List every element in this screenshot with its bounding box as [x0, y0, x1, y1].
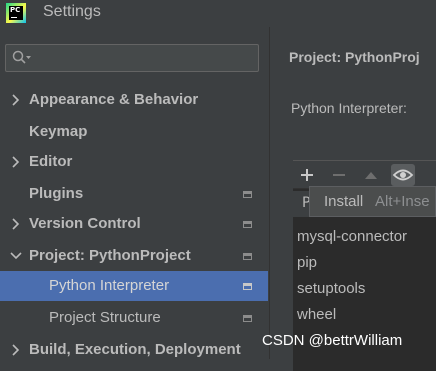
tree-item-plugins[interactable]: Plugins	[0, 179, 268, 209]
package-row[interactable]: setuptools	[297, 280, 365, 297]
tree-item-version-control[interactable]: Version Control	[0, 209, 268, 239]
search-icon	[12, 50, 31, 64]
tooltip-label: Install	[324, 193, 364, 210]
show-early-releases-button[interactable]	[391, 164, 415, 186]
tree-item-python-interpreter[interactable]: Python Interpreter	[0, 271, 268, 301]
upgrade-package-button[interactable]	[359, 164, 383, 186]
add-package-button[interactable]	[295, 164, 319, 186]
project-scope-icon	[243, 221, 252, 228]
pycharm-logo-icon: PC	[6, 3, 26, 23]
package-row[interactable]: wheel	[297, 306, 336, 323]
tree-item-label: Project Structure	[49, 309, 161, 326]
plus-icon	[301, 169, 313, 181]
project-scope-icon	[243, 191, 252, 198]
tree-item-editor[interactable]: Editor	[0, 147, 268, 177]
tree-item-project[interactable]: Project: PythonProject	[0, 241, 268, 271]
title-bar: PC Settings	[0, 0, 436, 27]
window-title: Settings	[43, 3, 101, 20]
interpreter-label: Python Interpreter:	[291, 100, 407, 116]
tree-item-label: Appearance & Behavior	[29, 91, 199, 108]
chevron-right-icon[interactable]	[10, 217, 22, 231]
search-input[interactable]	[36, 48, 255, 68]
tree-item-project-structure[interactable]: Project Structure	[0, 303, 268, 333]
tree-item-label: Version Control	[29, 215, 141, 232]
settings-sidebar: Appearance & Behavior Keymap Editor Plug…	[0, 27, 269, 359]
chevron-right-icon[interactable]	[10, 343, 22, 357]
packages-toolbar	[293, 161, 436, 189]
triangle-up-icon	[365, 172, 377, 179]
tree-item-label: Editor	[29, 153, 73, 170]
tree-item-keymap[interactable]: Keymap	[0, 117, 268, 147]
package-row[interactable]: mysql-connector	[297, 228, 407, 245]
watermark: CSDN @bettrWilliam	[262, 332, 403, 349]
project-scope-icon	[243, 315, 252, 322]
install-tooltip: Install Alt+Inse	[309, 186, 436, 217]
minus-icon	[333, 174, 345, 176]
chevron-right-icon[interactable]	[10, 155, 22, 169]
tree-item-label: Python Interpreter	[49, 277, 170, 294]
settings-search-box[interactable]	[5, 44, 259, 72]
eye-icon	[392, 169, 414, 181]
tree-item-label: Project: PythonProject	[29, 247, 191, 264]
tree-item-label: Plugins	[29, 185, 84, 202]
tree-item-appearance-behavior[interactable]: Appearance & Behavior	[0, 85, 268, 115]
chevron-right-icon[interactable]	[10, 93, 22, 107]
page-title: Project: PythonProj	[289, 49, 420, 65]
remove-package-button[interactable]	[327, 164, 351, 186]
tree-item-label: Keymap	[29, 123, 88, 140]
package-row[interactable]: pip	[297, 254, 317, 271]
project-scope-icon	[243, 283, 252, 290]
logo-text: PC	[10, 6, 21, 14]
tooltip-shortcut: Alt+Inse	[375, 193, 430, 210]
chevron-down-icon[interactable]	[10, 249, 22, 263]
project-scope-icon	[243, 253, 252, 260]
tree-item-label: Build, Execution, Deployment	[29, 341, 241, 358]
tree-item-build-execution-deployment[interactable]: Build, Execution, Deployment	[0, 335, 268, 365]
